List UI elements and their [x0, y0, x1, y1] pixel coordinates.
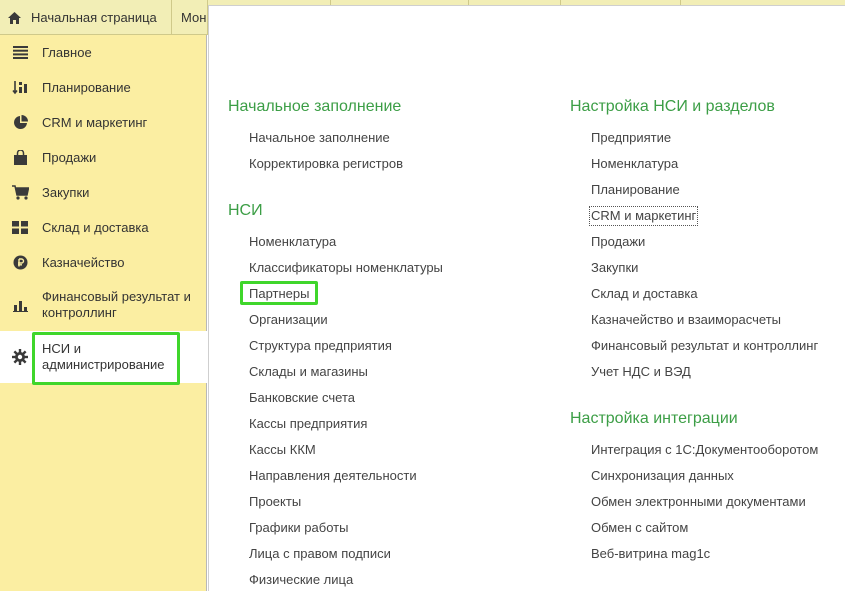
link-settings-nomenclature[interactable]: Номенклатура	[591, 156, 678, 172]
sidebar-item-purchases[interactable]: Закупки	[0, 175, 207, 210]
sidebar-item-planning[interactable]: Планирование	[0, 70, 207, 105]
tab-home[interactable]: Начальная страница	[0, 0, 172, 35]
sidebar-item-label: Финансовый результат и контроллинг	[42, 289, 191, 320]
tab-second[interactable]: Мон	[172, 0, 208, 35]
link-kkm-cashboxes[interactable]: Кассы ККМ	[249, 442, 316, 458]
link-bank-accounts[interactable]: Банковские счета	[249, 390, 355, 406]
sidebar-item-label: Склад и доставка	[42, 219, 149, 235]
sidebar: Главное Планирование CRM и маркетинг Про…	[0, 35, 207, 591]
link-data-sync[interactable]: Синхронизация данных	[591, 468, 734, 484]
link-settings-finance[interactable]: Финансовый результат и контроллинг	[591, 338, 818, 354]
sidebar-item-label: Планирование	[42, 79, 131, 95]
pie-chart-icon	[11, 114, 29, 132]
section-title-initial-fill: Начальное заполнение	[228, 98, 402, 115]
gear-icon	[11, 348, 29, 366]
link-individuals[interactable]: Физические лица	[249, 572, 353, 588]
link-enterprise-cashboxes[interactable]: Кассы предприятия	[249, 416, 367, 432]
list-icon	[11, 44, 29, 62]
highlight-frame	[240, 281, 318, 305]
home-icon	[7, 11, 22, 25]
tab-home-label: Начальная страница	[31, 10, 157, 25]
sidebar-item-label: Главное	[42, 44, 92, 60]
bar-chart-icon	[11, 296, 29, 314]
sidebar-item-treasury[interactable]: Казначейство	[0, 245, 207, 280]
link-nomenclature[interactable]: Номенклатура	[249, 234, 336, 250]
link-projects[interactable]: Проекты	[249, 494, 301, 510]
section-title-nsi-settings: Настройка НСИ и разделов	[570, 98, 775, 115]
link-warehouses-stores[interactable]: Склады и магазины	[249, 364, 368, 380]
grid-icon	[11, 219, 29, 237]
shopping-bag-icon	[11, 149, 29, 167]
link-settings-warehouse[interactable]: Склад и доставка	[591, 286, 698, 302]
link-initial-fill[interactable]: Начальное заполнение	[249, 130, 390, 146]
link-settings-planning[interactable]: Планирование	[591, 182, 680, 198]
link-web-showcase[interactable]: Веб-витрина mag1c	[591, 546, 710, 562]
link-signatories[interactable]: Лица с правом подписи	[249, 546, 391, 562]
link-work-schedules[interactable]: Графики работы	[249, 520, 348, 536]
main-content: Начальное заполнение Начальное заполнени…	[208, 5, 845, 591]
link-settings-crm[interactable]: CRM и маркетинг	[588, 206, 699, 226]
section-title-nsi: НСИ	[228, 202, 263, 219]
link-activity-directions[interactable]: Направления деятельности	[249, 468, 417, 484]
sidebar-item-label: CRM и маркетинг	[42, 114, 148, 130]
cart-icon	[11, 184, 29, 202]
tab-second-label: Мон	[181, 10, 207, 25]
sidebar-item-crm[interactable]: CRM и маркетинг	[0, 105, 207, 140]
link-settings-purchases[interactable]: Закупки	[591, 260, 638, 276]
ruble-coin-icon	[11, 254, 29, 272]
section-title-integration: Настройка интеграции	[570, 410, 738, 427]
sidebar-item-sales[interactable]: Продажи	[0, 140, 207, 175]
sort-chart-icon	[11, 79, 29, 97]
link-nomenclature-classifiers[interactable]: Классификаторы номенклатуры	[249, 260, 443, 276]
link-site-exchange[interactable]: Обмен с сайтом	[591, 520, 688, 536]
link-edi[interactable]: Обмен электронными документами	[591, 494, 806, 510]
link-organizations[interactable]: Организации	[249, 312, 328, 328]
link-register-adjustment[interactable]: Корректировка регистров	[249, 156, 403, 172]
sidebar-item-main[interactable]: Главное	[0, 35, 207, 70]
link-enterprise-structure[interactable]: Структура предприятия	[249, 338, 392, 354]
sidebar-item-finance[interactable]: Финансовый результат и контроллинг	[0, 280, 207, 330]
sidebar-item-label: Закупки	[42, 184, 90, 200]
highlight-frame	[32, 332, 180, 385]
sidebar-item-warehouse[interactable]: Склад и доставка	[0, 210, 207, 245]
sidebar-item-label: Казначейство	[42, 254, 125, 270]
link-docflow-integration[interactable]: Интеграция с 1С:Документооборотом	[591, 442, 818, 458]
link-settings-treasury[interactable]: Казначейство и взаиморасчеты	[591, 312, 781, 328]
link-enterprise[interactable]: Предприятие	[591, 130, 671, 146]
link-settings-vat[interactable]: Учет НДС и ВЭД	[591, 364, 691, 380]
sidebar-item-label: Продажи	[42, 149, 97, 165]
link-settings-sales[interactable]: Продажи	[591, 234, 645, 250]
